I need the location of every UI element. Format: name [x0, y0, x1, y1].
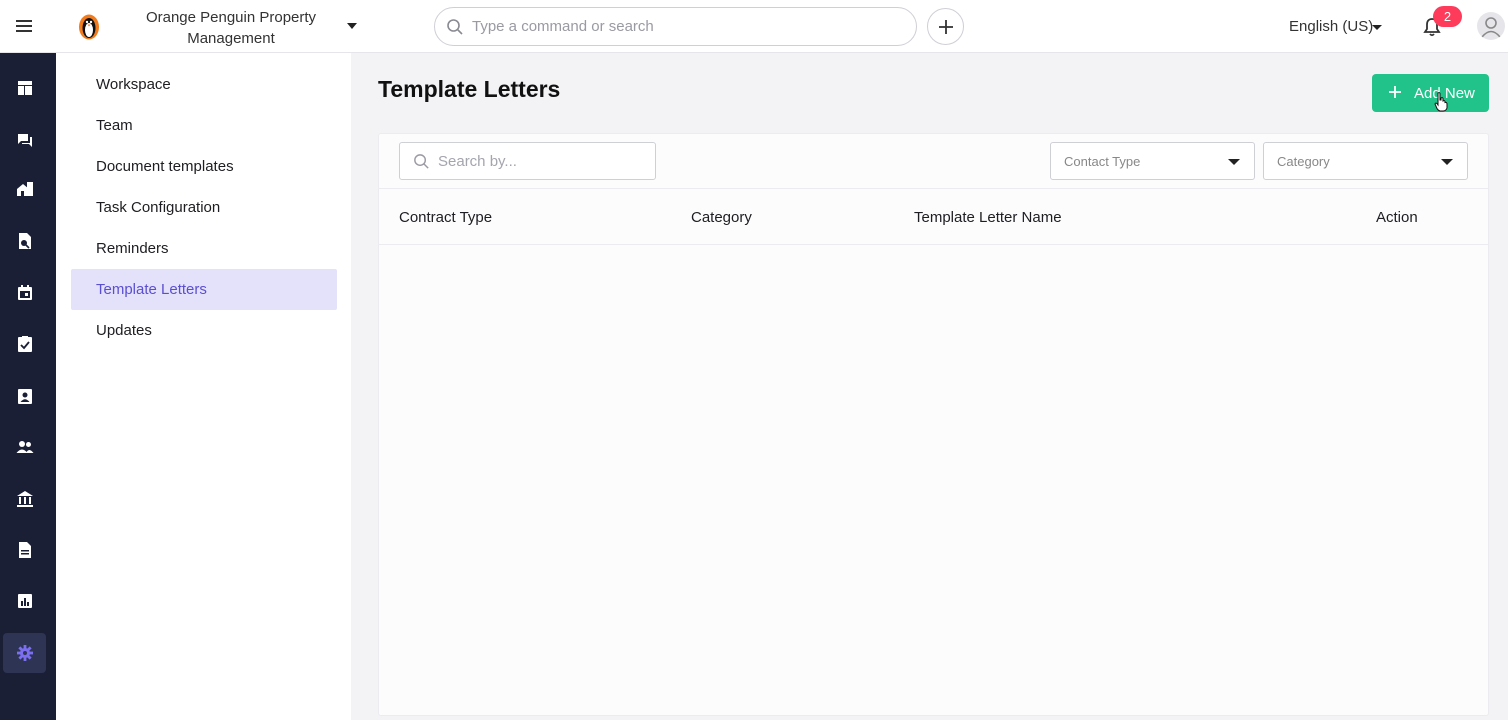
dashboard-icon: [17, 81, 32, 95]
nav-settings[interactable]: [3, 633, 46, 673]
nav-people[interactable]: [3, 427, 46, 467]
contact-type-value: Contact Type: [1064, 154, 1141, 169]
command-search-box[interactable]: [434, 7, 917, 46]
chat-icon: [17, 134, 32, 147]
bank-icon: [16, 491, 33, 507]
nav-bank[interactable]: [3, 479, 46, 519]
nav-tasks[interactable]: [3, 324, 46, 364]
main-navigation-rail: [0, 53, 56, 720]
search-icon: [414, 154, 429, 169]
quick-add-button[interactable]: [927, 8, 964, 45]
sidebar-item-task-configuration[interactable]: Task Configuration: [71, 187, 337, 228]
reports-icon: [17, 594, 32, 608]
hand-cursor-icon: [1434, 92, 1448, 112]
settings-sidebar: Workspace Team Document templates Task C…: [56, 53, 351, 720]
contact-type-select[interactable]: Contact Type: [1050, 142, 1255, 180]
plus-icon: [1389, 86, 1401, 98]
nav-reports[interactable]: [3, 581, 46, 621]
template-search-box[interactable]: [399, 142, 656, 180]
nav-leasing[interactable]: [3, 221, 46, 261]
column-header-contract-type[interactable]: Contract Type: [399, 209, 492, 226]
calendar-icon: [17, 285, 32, 300]
command-search-input[interactable]: [472, 14, 902, 39]
plus-icon: [939, 20, 953, 34]
sidebar-item-team[interactable]: Team: [71, 105, 337, 146]
nav-properties[interactable]: [3, 169, 46, 209]
notification-count-badge: 2: [1433, 6, 1462, 27]
category-select[interactable]: Category: [1263, 142, 1468, 180]
category-value: Category: [1277, 154, 1330, 169]
user-icon: [1481, 17, 1501, 38]
contacts-icon: [17, 389, 32, 404]
column-header-action: Action: [1376, 209, 1418, 226]
sidebar-item-template-letters[interactable]: Template Letters: [71, 269, 337, 310]
column-header-category[interactable]: Category: [691, 209, 752, 226]
nav-calendar[interactable]: [3, 273, 46, 313]
nav-chat[interactable]: [3, 120, 46, 160]
page-title: Template Letters: [378, 76, 561, 102]
add-new-button[interactable]: Add New: [1372, 74, 1489, 112]
table-header-row: Contract Type Category Template Letter N…: [379, 190, 1488, 245]
gear-icon: [16, 645, 33, 661]
people-icon: [16, 441, 33, 453]
sidebar-item-document-templates[interactable]: Document templates: [71, 146, 337, 187]
tasks-icon: [17, 336, 32, 352]
organization-dropdown-caret-icon[interactable]: [347, 23, 357, 29]
penguin-logo-icon: [79, 14, 99, 40]
top-bar: Orange Penguin Property Management Engli…: [0, 0, 1508, 53]
hamburger-menu-icon[interactable]: [14, 16, 34, 36]
leasing-icon: [18, 233, 31, 249]
document-icon: [18, 542, 31, 558]
sidebar-item-updates[interactable]: Updates: [71, 310, 337, 351]
properties-icon: [16, 182, 33, 196]
sidebar-item-workspace[interactable]: Workspace: [71, 64, 337, 105]
nav-contacts[interactable]: [3, 376, 46, 416]
template-letters-card: Contact Type Category Contract Type Cate…: [378, 133, 1489, 716]
column-header-template-letter-name[interactable]: Template Letter Name: [914, 209, 1062, 226]
chevron-down-icon: [1228, 159, 1240, 165]
organization-name[interactable]: Orange Penguin Property Management: [134, 7, 328, 49]
user-avatar[interactable]: [1477, 12, 1505, 40]
chevron-down-icon: [1441, 159, 1453, 165]
filter-row: Contact Type Category: [379, 134, 1488, 189]
search-icon: [447, 19, 463, 35]
sidebar-item-reminders[interactable]: Reminders: [71, 228, 337, 269]
nav-documents[interactable]: [3, 530, 46, 570]
language-selector[interactable]: English (US): [1289, 18, 1373, 35]
template-search-input[interactable]: [438, 150, 648, 172]
language-dropdown-caret-icon[interactable]: [1372, 25, 1382, 30]
nav-dashboard[interactable]: [3, 68, 46, 108]
